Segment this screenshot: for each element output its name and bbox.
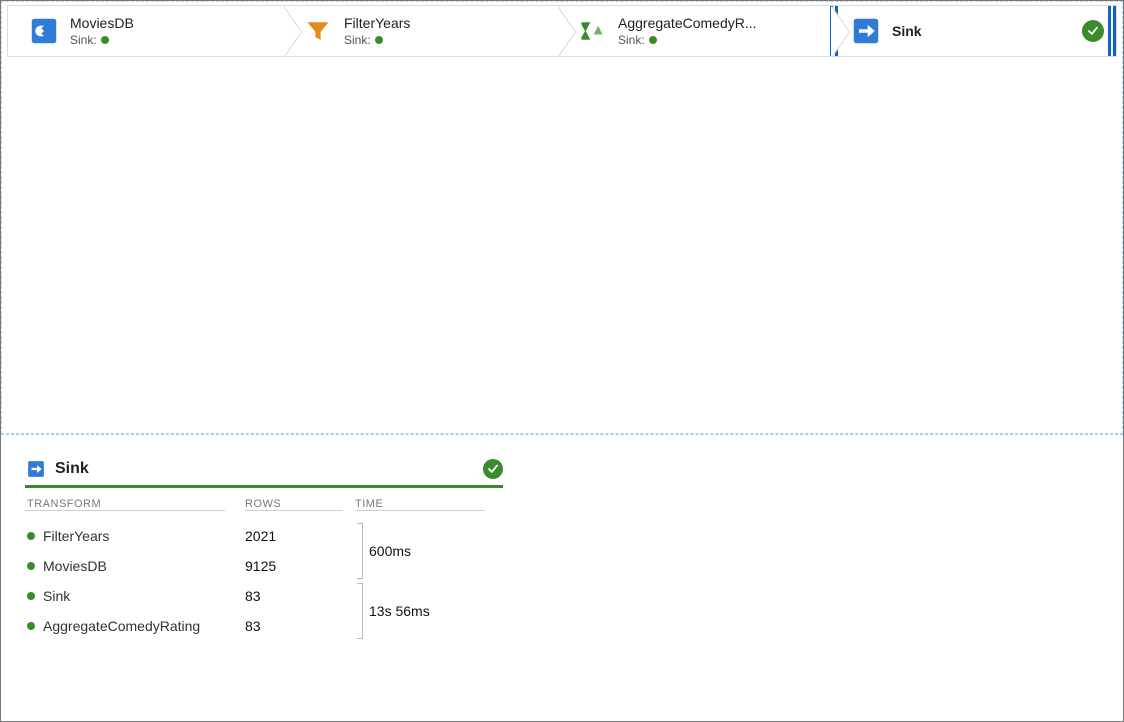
node-sink[interactable]: Sink	[830, 5, 1117, 57]
transform-name: FilterYears	[43, 528, 109, 544]
dataflow-canvas[interactable]: MoviesDB Sink: FilterYears Sink:	[1, 1, 1123, 435]
details-header: Sink	[25, 459, 503, 488]
node-subtitle: Sink:	[344, 32, 556, 48]
details-panel: Sink TRANSFORM ROWS TIME FilterYears 202…	[1, 435, 1123, 721]
table-body: FilterYears 2021 MoviesDB 9125 Sink 83 A…	[25, 521, 503, 641]
table-row: FilterYears 2021	[25, 521, 503, 551]
status-dot-icon	[649, 36, 657, 44]
node-subtitle: Sink:	[70, 32, 282, 48]
status-dot-icon	[27, 592, 35, 600]
node-aggregate[interactable]: AggregateComedyR... Sink:	[556, 5, 848, 57]
panel-resize-handle[interactable]	[837, 432, 863, 435]
node-title: FilterYears	[344, 14, 556, 32]
row-count: 83	[245, 618, 355, 634]
source-icon	[30, 17, 58, 45]
col-header-transform: TRANSFORM	[25, 498, 225, 511]
transform-name: MoviesDB	[43, 558, 107, 574]
table-row: AggregateComedyRating 83	[25, 611, 503, 641]
node-title: AggregateComedyR...	[618, 14, 830, 32]
time-bracket-icon	[357, 523, 363, 579]
node-subtitle: Sink:	[618, 32, 830, 48]
table-row: MoviesDB 9125	[25, 551, 503, 581]
status-dot-icon	[27, 532, 35, 540]
status-dot-icon	[27, 562, 35, 570]
row-count: 83	[245, 588, 355, 604]
status-dot-icon	[27, 622, 35, 630]
filter-icon	[304, 17, 332, 45]
status-dot-icon	[375, 36, 383, 44]
aggregate-icon	[578, 17, 606, 45]
transform-name: Sink	[43, 588, 70, 604]
pipeline-row: MoviesDB Sink: FilterYears Sink:	[7, 5, 1117, 57]
success-check-icon	[1082, 20, 1104, 42]
success-check-icon	[483, 459, 503, 479]
transform-name: AggregateComedyRating	[43, 618, 200, 634]
dataflow-monitor: MoviesDB Sink: FilterYears Sink:	[0, 0, 1124, 722]
col-header-time: TIME	[355, 498, 485, 511]
time-value: 13s 56ms	[369, 603, 430, 619]
node-title: Sink	[892, 22, 1082, 40]
selection-indicator-right	[1108, 6, 1116, 56]
details-title: Sink	[55, 460, 473, 478]
row-count: 9125	[245, 558, 355, 574]
sink-icon	[852, 17, 880, 45]
stage-stats-table: TRANSFORM ROWS TIME FilterYears 2021 Mov…	[25, 498, 503, 641]
table-header: TRANSFORM ROWS TIME	[25, 498, 503, 515]
node-filteryears[interactable]: FilterYears Sink:	[282, 5, 574, 57]
time-bracket-icon	[357, 583, 363, 639]
table-row: Sink 83	[25, 581, 503, 611]
node-title: MoviesDB	[70, 14, 282, 32]
sink-icon	[27, 460, 45, 478]
node-moviesdb[interactable]: MoviesDB Sink:	[7, 5, 300, 57]
time-value: 600ms	[369, 543, 411, 559]
status-dot-icon	[101, 36, 109, 44]
row-count: 2021	[245, 528, 355, 544]
col-header-rows: ROWS	[245, 498, 343, 511]
